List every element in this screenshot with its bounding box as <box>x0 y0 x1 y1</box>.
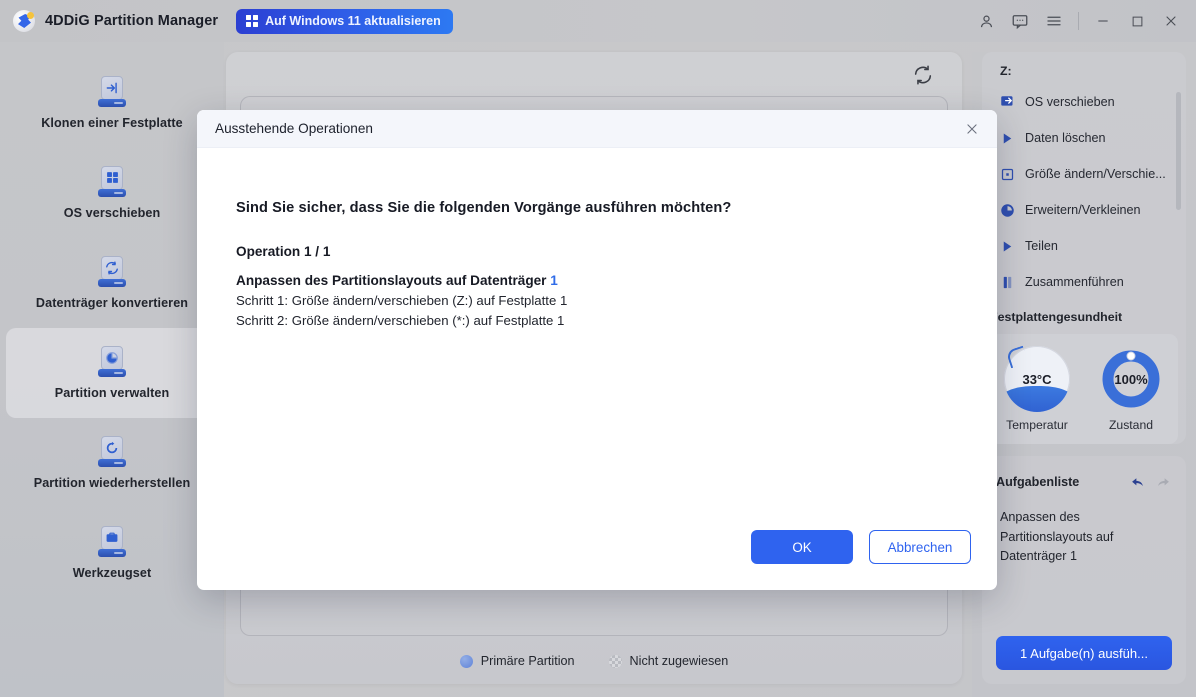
sidebar-item-migrate-os[interactable]: OS verschieben <box>6 148 218 238</box>
action-label: Teilen <box>1025 239 1058 253</box>
task-list-header: Aufgabenliste <box>982 456 1186 494</box>
recover-partition-icon <box>97 436 127 468</box>
health-gauge-dial: 100% <box>1098 346 1164 412</box>
unallocated-swatch-icon <box>608 654 622 668</box>
migrate-os-icon <box>1000 95 1015 110</box>
primary-partition-swatch-icon <box>459 654 473 668</box>
wipe-data-icon <box>1000 131 1015 146</box>
maximize-icon[interactable] <box>1120 4 1154 38</box>
health-gauge: 100% Zustand <box>1098 346 1164 432</box>
title-bar: 4DDiG Partition Manager Auf Windows 11 a… <box>0 0 1196 42</box>
upgrade-windows11-button[interactable]: Auf Windows 11 aktualisieren <box>236 8 453 34</box>
operation-disk-number: 1 <box>550 273 558 288</box>
partition-actions-card: Z: OS verschieben Daten löschen Größe än… <box>982 52 1186 444</box>
app-title: 4DDiG Partition Manager <box>45 13 219 29</box>
resize-move-icon <box>1000 167 1015 182</box>
feedback-icon[interactable] <box>1003 4 1037 38</box>
action-split[interactable]: Teilen <box>994 228 1186 264</box>
action-merge[interactable]: Zusammenführen <box>994 264 1186 300</box>
merge-icon <box>1000 275 1015 290</box>
operation-title: Anpassen des Partitionslayouts auf Daten… <box>236 273 997 288</box>
legend-label: Nicht zugewiesen <box>629 654 729 668</box>
action-label: Zusammenführen <box>1025 275 1124 289</box>
dialog-body: Sind Sie sicher, dass Sie die folgenden … <box>197 148 997 328</box>
right-panel: Z: OS verschieben Daten löschen Größe än… <box>972 52 1196 697</box>
sidebar-item-manage-partition[interactable]: Partition verwalten <box>6 328 218 418</box>
operation-counter: Operation 1 / 1 <box>236 244 331 259</box>
dialog-title: Ausstehende Operationen <box>215 121 373 136</box>
sidebar-item-label: Partition verwalten <box>54 386 170 400</box>
health-value: 100% <box>1114 371 1148 387</box>
pending-operations-dialog: Ausstehende Operationen Sind Sie sicher,… <box>197 110 997 590</box>
sidebar-item-clone-disk[interactable]: Klonen einer Festplatte <box>6 58 218 148</box>
legend-label: Primäre Partition <box>480 654 575 668</box>
disk-health-gauges: 33°C Temperatur 100% Zustand <box>990 334 1178 444</box>
action-label: Größe ändern/Verschie... <box>1025 167 1166 181</box>
operation-step: Schritt 2: Größe ändern/verschieben (*:)… <box>236 313 565 328</box>
temperature-gauge: 33°C Temperatur <box>1004 345 1070 432</box>
temperature-gauge-dial: 33°C <box>1004 345 1070 412</box>
dialog-question: Sind Sie sicher, dass Sie die folgenden … <box>236 200 732 216</box>
undo-icon[interactable] <box>1126 470 1150 494</box>
action-resize-move[interactable]: Größe ändern/Verschie... <box>994 156 1186 192</box>
action-label: Daten löschen <box>1025 131 1106 145</box>
right-panel-scrollbar[interactable] <box>1176 92 1181 210</box>
action-wipe-data[interactable]: Daten löschen <box>994 120 1186 156</box>
sidebar-item-convert-disk[interactable]: Datenträger konvertieren <box>6 238 218 328</box>
close-icon[interactable] <box>1154 4 1188 38</box>
health-label: Zustand <box>1108 418 1154 432</box>
app-logo-icon <box>13 10 35 32</box>
dialog-footer: OK Abbrechen <box>197 504 997 590</box>
extend-shrink-icon <box>1000 203 1015 218</box>
split-icon <box>1000 239 1015 254</box>
operation-step: Schritt 1: Größe ändern/verschieben (Z:)… <box>236 293 568 308</box>
ok-button[interactable]: OK <box>751 530 853 564</box>
sidebar-item-recover-partition[interactable]: Partition wiederherstellen <box>6 418 218 508</box>
convert-disk-icon <box>97 256 127 288</box>
upgrade-button-label: Auf Windows 11 aktualisieren <box>265 14 441 28</box>
action-label: Erweitern/Verkleinen <box>1025 203 1141 217</box>
hamburger-menu-icon[interactable] <box>1037 4 1071 38</box>
sidebar-item-label: Klonen einer Festplatte <box>41 116 183 130</box>
sidebar-item-label: Werkzeugset <box>72 566 152 580</box>
action-extend-shrink[interactable]: Erweitern/Verkleinen <box>994 192 1186 228</box>
temperature-value: 33°C <box>1022 371 1052 387</box>
clone-disk-icon <box>97 76 127 108</box>
refresh-icon[interactable] <box>912 64 936 88</box>
redo-icon[interactable] <box>1150 470 1174 494</box>
disk-health-title: Festplattengesundheit <box>990 310 1123 324</box>
windows-logo-icon <box>246 15 259 27</box>
migrate-os-icon <box>97 166 127 198</box>
account-icon[interactable] <box>969 4 1003 38</box>
main-toolbar <box>226 52 962 100</box>
legend-item-primary: Primäre Partition <box>459 654 575 668</box>
sidebar-item-label: Partition wiederherstellen <box>33 476 191 490</box>
temperature-label: Temperatur <box>1006 418 1068 432</box>
titlebar-controls <box>969 4 1196 38</box>
task-list-card: Aufgabenliste Anpassen des Partitionslay… <box>982 456 1186 684</box>
partition-actions-menu: OS verschieben Daten löschen Größe änder… <box>982 84 1186 300</box>
minimize-icon[interactable] <box>1086 4 1120 38</box>
close-icon[interactable] <box>959 116 985 142</box>
drive-letter-label: Z: <box>1000 64 1012 78</box>
dialog-header: Ausstehende Operationen <box>197 110 997 148</box>
titlebar-divider <box>1078 12 1079 30</box>
sidebar-item-toolkit[interactable]: Werkzeugset <box>6 508 218 598</box>
sidebar-item-label: OS verschieben <box>63 206 161 220</box>
cancel-button[interactable]: Abbrechen <box>869 530 971 564</box>
legend: Primäre Partition Nicht zugewiesen <box>226 654 962 668</box>
legend-item-unallocated: Nicht zugewiesen <box>608 654 729 668</box>
sidebar-item-label: Datenträger konvertieren <box>35 296 189 310</box>
action-migrate-os[interactable]: OS verschieben <box>994 84 1186 120</box>
run-tasks-button[interactable]: 1 Aufgabe(n) ausfüh... <box>996 636 1172 670</box>
app-window: 4DDiG Partition Manager Auf Windows 11 a… <box>0 0 1196 697</box>
task-list-entry: Anpassen des Partitionslayouts auf Daten… <box>1000 510 1114 564</box>
toolkit-icon <box>97 526 127 558</box>
action-label: OS verschieben <box>1025 95 1115 109</box>
sidebar: Klonen einer Festplatte OS verschieben D… <box>0 42 224 697</box>
manage-partition-icon <box>97 346 127 378</box>
task-list-title: Aufgabenliste <box>996 475 1080 489</box>
operation-title-text: Anpassen des Partitionslayouts auf Daten… <box>236 273 551 288</box>
